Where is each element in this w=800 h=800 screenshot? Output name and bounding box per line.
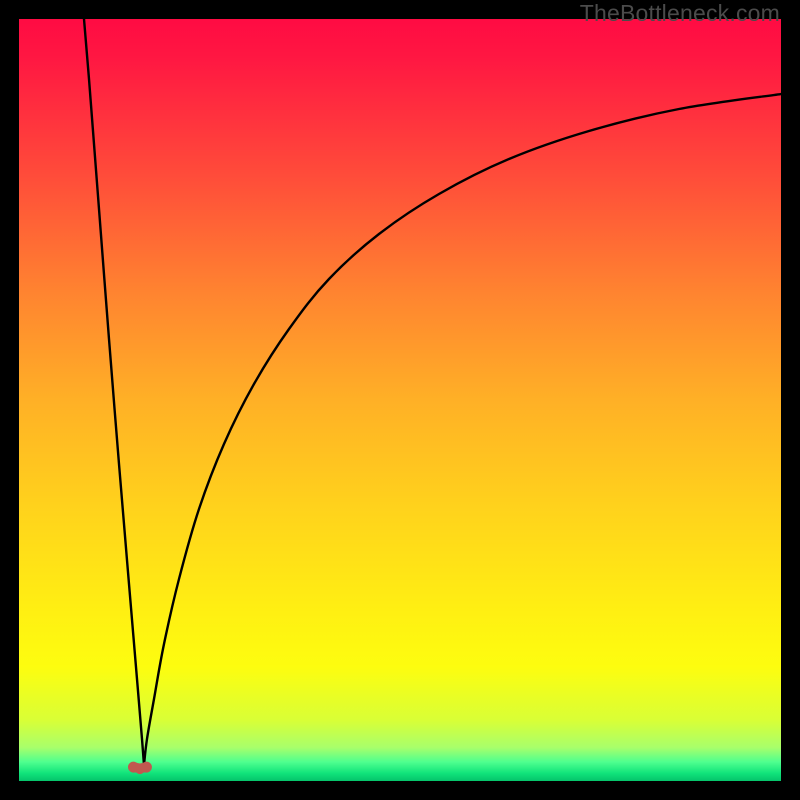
gradient-chart <box>19 19 781 781</box>
chart-frame: TheBottleneck.com <box>0 0 800 800</box>
gradient-background <box>19 19 781 781</box>
plot-area <box>19 19 781 781</box>
minimum-marker <box>128 762 151 773</box>
watermark-text: TheBottleneck.com <box>580 0 780 27</box>
